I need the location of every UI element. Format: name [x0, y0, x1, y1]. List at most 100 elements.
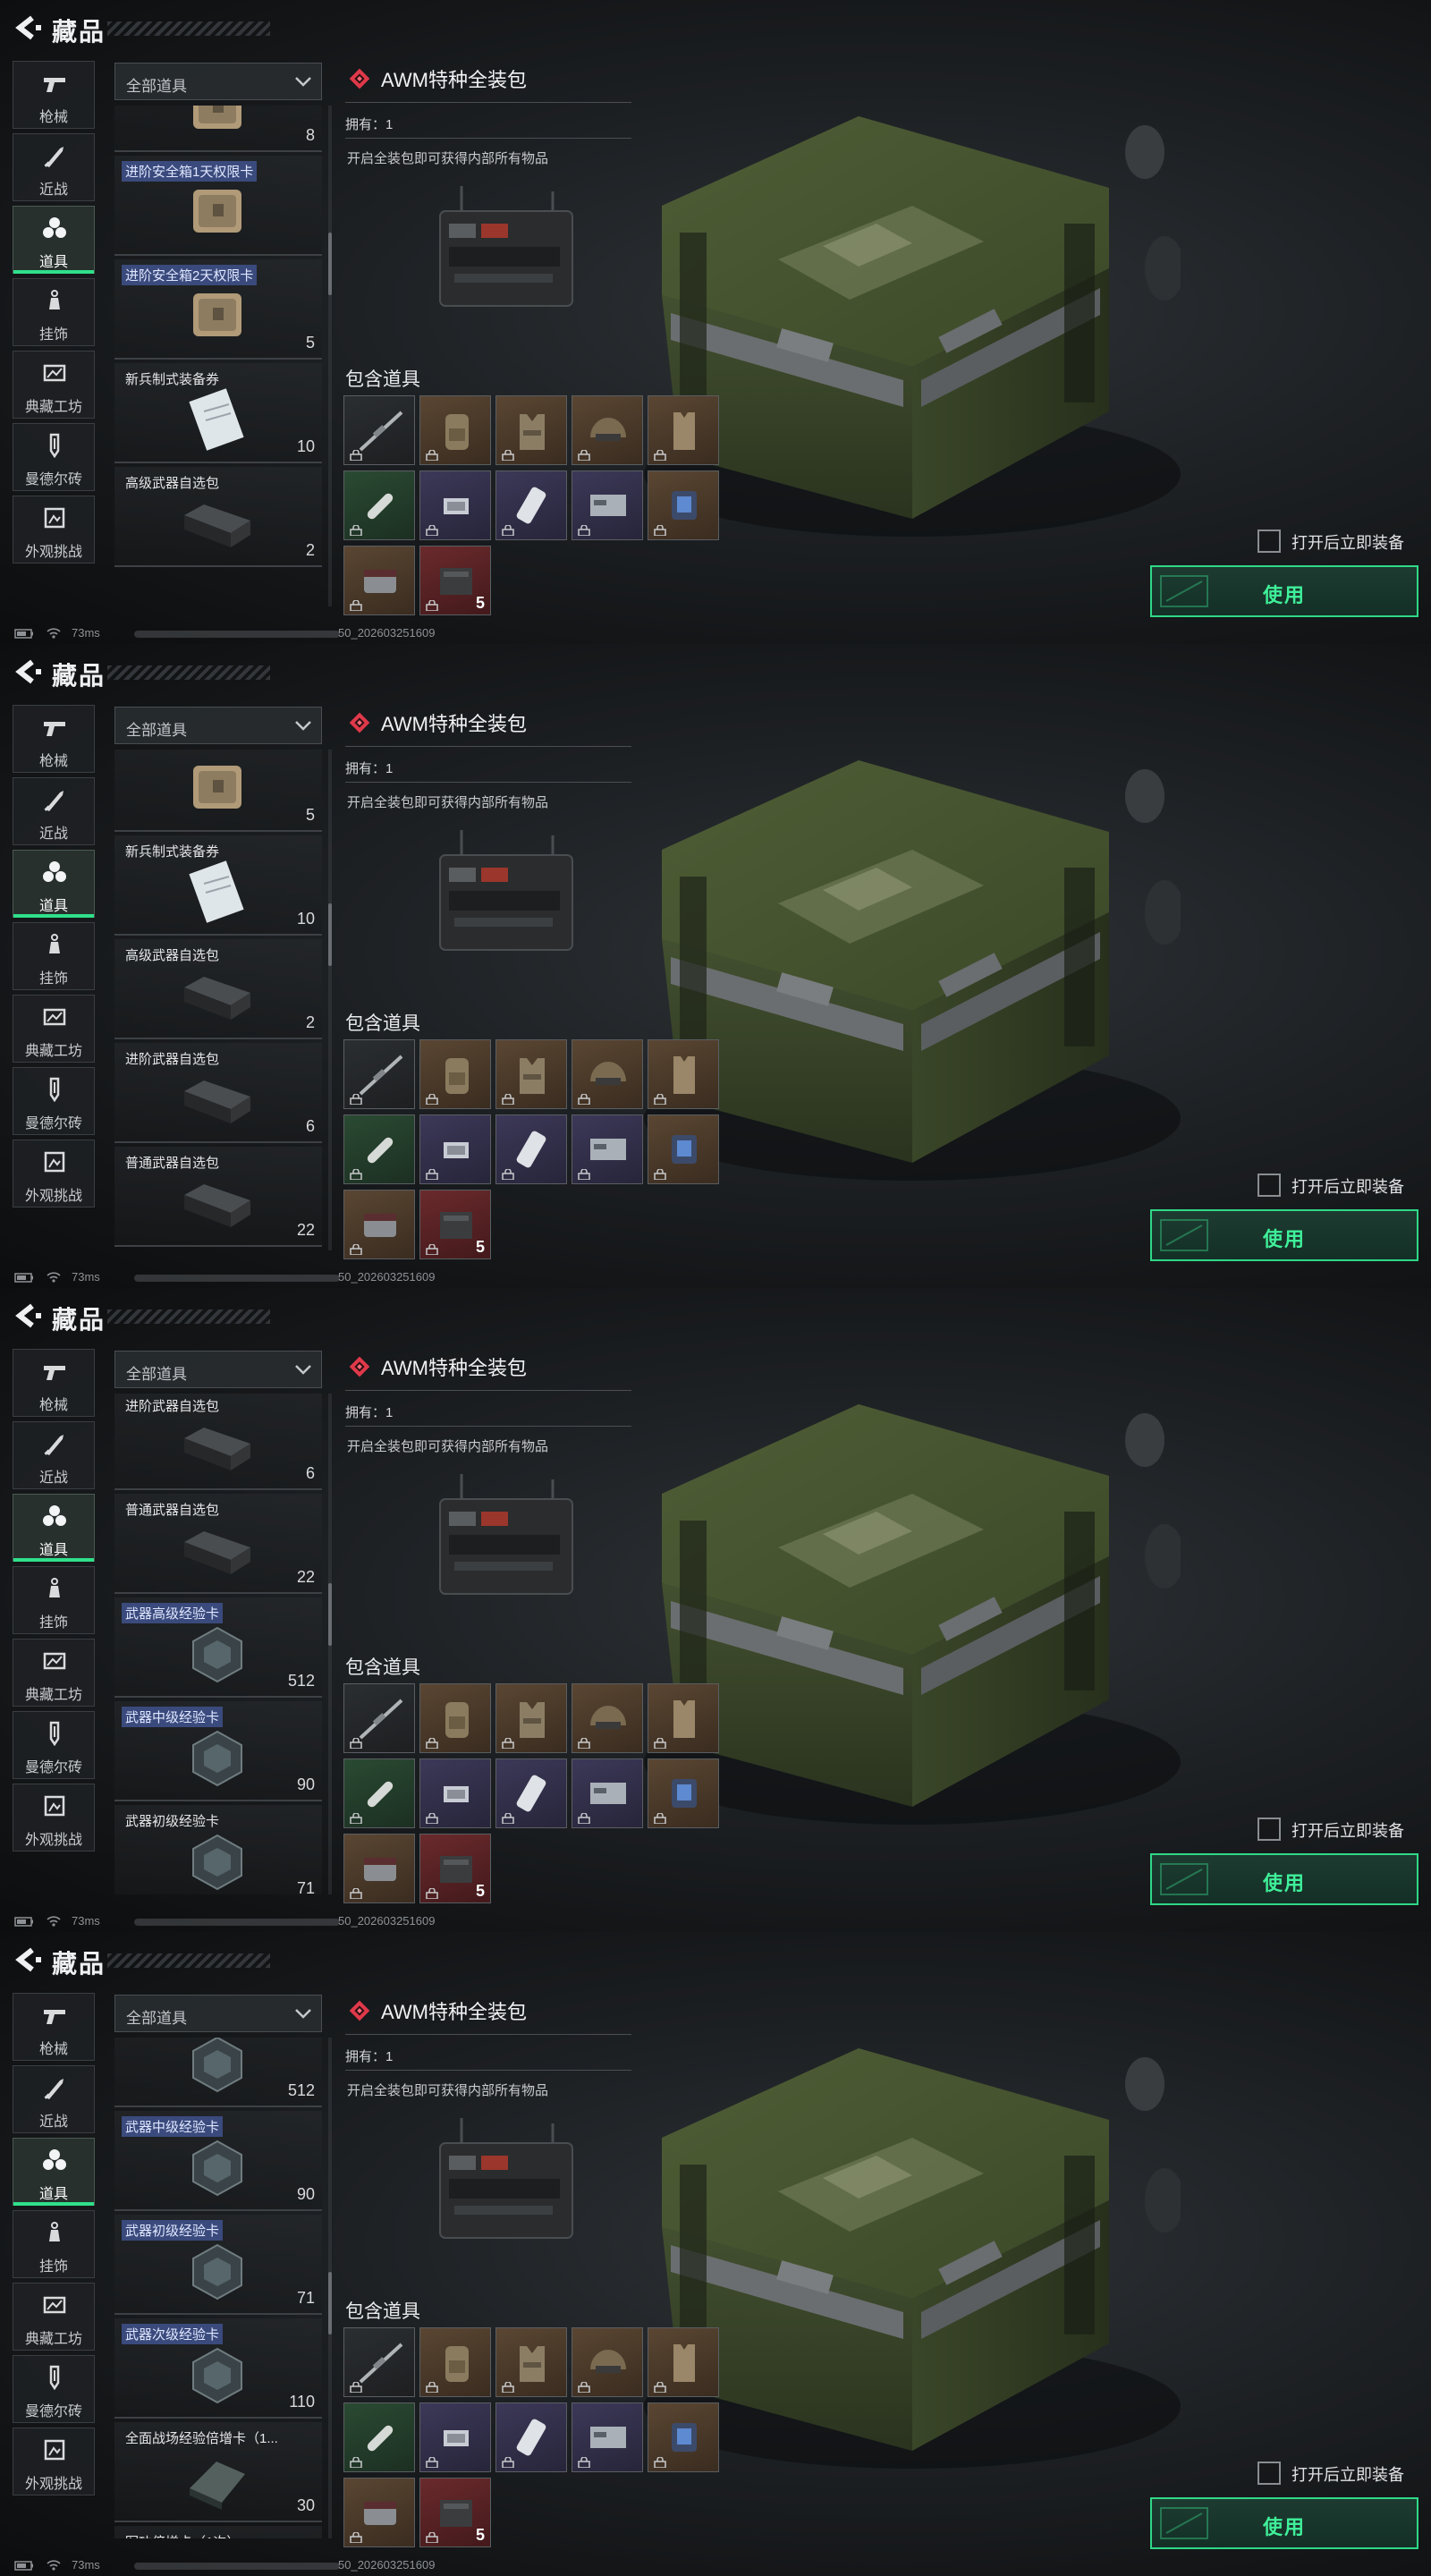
included-item-slot[interactable]	[343, 395, 415, 465]
list-item[interactable]: 新兵制式装备券 10	[114, 363, 322, 463]
category-tab-items[interactable]: 道具	[13, 850, 95, 918]
list-item[interactable]: 进阶武器自选包 6	[114, 1394, 322, 1490]
category-tab-knife[interactable]: 近战	[13, 777, 95, 845]
back-icon[interactable]	[13, 658, 43, 685]
list-scrollbar[interactable]	[328, 233, 332, 295]
included-item-slot[interactable]	[343, 2327, 415, 2397]
list-item[interactable]: 武器中级经验卡 90	[114, 2111, 322, 2211]
category-tab-brick[interactable]: 曼德尔砖	[13, 1711, 95, 1779]
included-item-slot[interactable]	[419, 395, 491, 465]
list-item[interactable]: 武器高级经验卡 512	[114, 1597, 322, 1698]
category-tab-charm[interactable]: 挂饰	[13, 278, 95, 346]
included-item-slot[interactable]	[419, 470, 491, 540]
included-item-slot[interactable]	[419, 2327, 491, 2397]
list-item[interactable]: 进阶武器自选包 6	[114, 1043, 322, 1143]
filter-dropdown[interactable]: 全部道具	[114, 1995, 322, 2032]
use-button[interactable]: 使用	[1150, 2497, 1418, 2549]
auto-equip-checkbox[interactable]	[1257, 1818, 1281, 1841]
category-tab-brick[interactable]: 曼德尔砖	[13, 2355, 95, 2423]
included-item-slot[interactable]	[648, 2327, 719, 2397]
use-button[interactable]: 使用	[1150, 565, 1418, 617]
included-item-slot[interactable]	[419, 1039, 491, 1109]
included-item-slot[interactable]	[495, 1114, 567, 1184]
included-item-slot[interactable]	[572, 1758, 643, 1828]
category-tab-knife[interactable]: 近战	[13, 2065, 95, 2133]
auto-equip-checkbox[interactable]	[1257, 530, 1281, 553]
included-item-slot[interactable]	[343, 2402, 415, 2472]
included-item-slot[interactable]	[343, 1758, 415, 1828]
included-item-slot[interactable]	[495, 1758, 567, 1828]
list-scrollbar[interactable]	[328, 2272, 332, 2334]
category-tab-gun[interactable]: 枪械	[13, 705, 95, 773]
included-item-slot[interactable]	[648, 2402, 719, 2472]
included-item-slot[interactable]	[419, 1683, 491, 1753]
category-tab-items[interactable]: 道具	[13, 1494, 95, 1562]
list-scrollbar[interactable]	[328, 903, 332, 966]
list-item[interactable]: 512	[114, 2038, 322, 2107]
included-item-slot[interactable]	[572, 470, 643, 540]
use-button[interactable]: 使用	[1150, 1853, 1418, 1905]
list-item[interactable]: 5	[114, 750, 322, 832]
included-item-slot[interactable]: 5	[419, 1190, 491, 1259]
filter-dropdown[interactable]: 全部道具	[114, 63, 322, 100]
list-item[interactable]: 高级武器自选包 2	[114, 467, 322, 567]
list-item[interactable]: 普通武器自选包 22	[114, 1147, 322, 1247]
category-tab-challenge[interactable]: 外观挑战	[13, 1784, 95, 1852]
included-item-slot[interactable]	[343, 1190, 415, 1259]
included-item-slot[interactable]	[495, 1039, 567, 1109]
included-item-slot[interactable]	[343, 1114, 415, 1184]
category-tab-items[interactable]: 道具	[13, 2138, 95, 2206]
category-tab-brick[interactable]: 曼德尔砖	[13, 423, 95, 491]
category-tab-charm[interactable]: 挂饰	[13, 922, 95, 990]
included-item-slot[interactable]	[572, 1114, 643, 1184]
included-item-slot[interactable]	[343, 470, 415, 540]
included-item-slot[interactable]	[648, 1114, 719, 1184]
included-item-slot[interactable]: 5	[419, 1834, 491, 1903]
filter-dropdown[interactable]: 全部道具	[114, 1351, 322, 1388]
included-item-slot[interactable]	[343, 2478, 415, 2547]
included-item-slot[interactable]: 5	[419, 546, 491, 615]
list-item[interactable]: 武器中级经验卡 90	[114, 1701, 322, 1801]
category-tab-items[interactable]: 道具	[13, 206, 95, 274]
category-tab-charm[interactable]: 挂饰	[13, 1566, 95, 1634]
included-item-slot[interactable]	[648, 1039, 719, 1109]
category-tab-gun[interactable]: 枪械	[13, 61, 95, 129]
included-item-slot[interactable]	[343, 1039, 415, 1109]
included-item-slot[interactable]	[572, 2402, 643, 2472]
included-item-slot[interactable]	[648, 470, 719, 540]
included-item-slot[interactable]	[419, 1114, 491, 1184]
auto-equip-checkbox[interactable]	[1257, 1174, 1281, 1197]
category-tab-workshop[interactable]: 典藏工坊	[13, 1639, 95, 1707]
list-item[interactable]: 进阶安全箱1天权限卡	[114, 156, 322, 256]
category-tab-knife[interactable]: 近战	[13, 133, 95, 201]
category-tab-gun[interactable]: 枪械	[13, 1993, 95, 2061]
list-item[interactable]: 全面战场经验倍增卡（1... 30	[114, 2422, 322, 2522]
list-item[interactable]: 高级武器自选包 2	[114, 939, 322, 1039]
included-item-slot[interactable]	[648, 1683, 719, 1753]
included-item-slot[interactable]	[495, 470, 567, 540]
included-item-slot[interactable]	[343, 546, 415, 615]
included-item-slot[interactable]	[495, 2327, 567, 2397]
list-item[interactable]: 武器初级经验卡 71	[114, 2215, 322, 2315]
included-item-slot[interactable]	[572, 1683, 643, 1753]
included-item-slot[interactable]	[572, 1039, 643, 1109]
category-tab-challenge[interactable]: 外观挑战	[13, 2428, 95, 2496]
included-item-slot[interactable]	[343, 1834, 415, 1903]
list-item[interactable]: 进阶安全箱2天权限卡 5	[114, 259, 322, 360]
included-item-slot[interactable]	[343, 1683, 415, 1753]
included-item-slot[interactable]	[648, 395, 719, 465]
back-icon[interactable]	[13, 1302, 43, 1329]
category-tab-brick[interactable]: 曼德尔砖	[13, 1067, 95, 1135]
included-item-slot[interactable]	[572, 2327, 643, 2397]
included-item-slot[interactable]	[495, 1683, 567, 1753]
list-item[interactable]: 武器次级经验卡 110	[114, 2318, 322, 2419]
included-item-slot[interactable]	[419, 2402, 491, 2472]
included-item-slot[interactable]	[572, 395, 643, 465]
list-item[interactable]: 武器初级经验卡 71	[114, 1805, 322, 1894]
category-tab-charm[interactable]: 挂饰	[13, 2210, 95, 2278]
list-item[interactable]: 8	[114, 106, 322, 152]
list-scrollbar[interactable]	[328, 1583, 332, 1646]
included-item-slot[interactable]	[648, 1758, 719, 1828]
list-item[interactable]: 军功倍增卡（1次）	[114, 2526, 322, 2538]
back-icon[interactable]	[13, 1946, 43, 1973]
